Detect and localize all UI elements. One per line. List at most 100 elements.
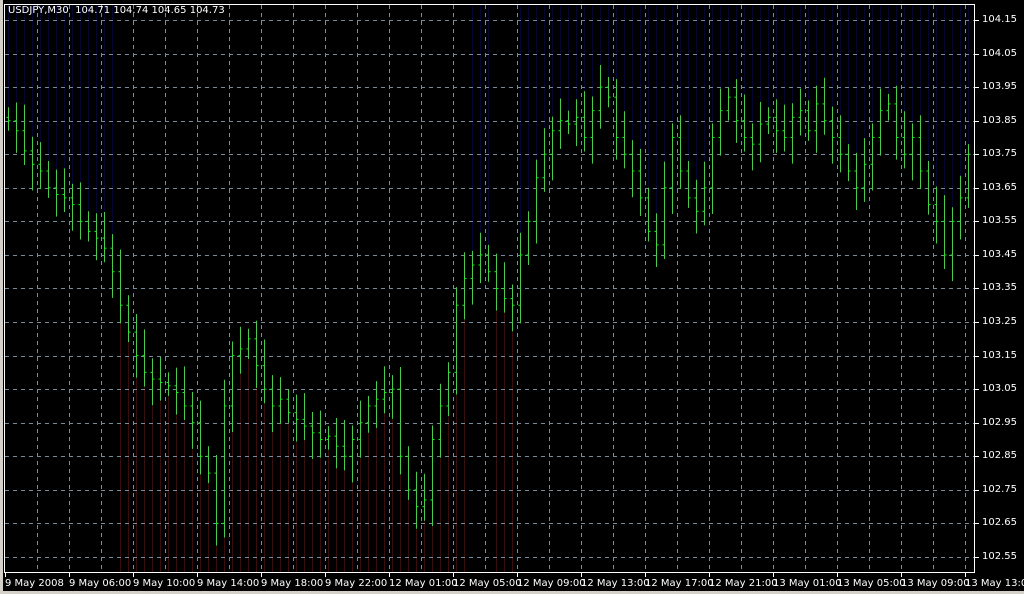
time-label: 12 May 17:00 xyxy=(645,578,714,589)
ohlc-bar xyxy=(78,182,83,240)
time-label: 12 May 05:00 xyxy=(453,578,522,589)
ohlc-bar xyxy=(942,195,947,270)
ohlc-bar xyxy=(294,394,299,442)
ohlc-bar xyxy=(766,107,771,135)
ohlc-bar xyxy=(886,93,891,121)
ohlc-bar xyxy=(38,142,43,190)
ohlc-bar xyxy=(742,94,747,152)
price-label: 103.55 xyxy=(982,215,1017,226)
ohlc-bar xyxy=(806,100,811,141)
ohlc-bar xyxy=(366,395,371,433)
ohlc-bar xyxy=(598,64,603,129)
ohlc-bar xyxy=(774,99,779,153)
time-label: 9 May 10:00 xyxy=(133,578,196,589)
ohlc-bar xyxy=(126,295,131,343)
close-value: 104.73 xyxy=(189,5,225,16)
ohlc-bar xyxy=(246,328,251,359)
ohlc-bar xyxy=(182,366,187,421)
ohlc-bar xyxy=(350,425,355,483)
ohlc-bar xyxy=(198,400,203,475)
price-label: 103.25 xyxy=(982,316,1017,327)
ohlc-bar xyxy=(662,161,667,259)
ohlc-bar xyxy=(454,287,459,395)
ohlc-bar xyxy=(438,383,443,458)
price-label: 103.95 xyxy=(982,81,1017,92)
ohlc-bar xyxy=(214,454,219,546)
ohlc-bar xyxy=(318,410,323,458)
ohlc-bar xyxy=(70,183,75,231)
ohlc-bar xyxy=(838,115,843,173)
ohlc-bar xyxy=(374,381,379,429)
ohlc-bar xyxy=(6,107,11,131)
symbol-label: USDJPY,M30 xyxy=(8,5,69,16)
ohlc-bar xyxy=(118,249,123,324)
time-label: 13 May 01:00 xyxy=(773,578,842,589)
ohlc-bar xyxy=(950,207,955,282)
ohlc-bar xyxy=(262,339,267,404)
ohlc-bar xyxy=(814,85,819,153)
low-value: 104.65 xyxy=(151,5,187,16)
ohlc-bar xyxy=(470,250,475,305)
price-label: 103.15 xyxy=(982,350,1017,361)
ohlc-bar xyxy=(910,123,915,181)
ohlc-bar xyxy=(638,148,643,216)
ohlc-bar xyxy=(342,420,347,471)
ohlc-bar xyxy=(94,213,99,261)
time-label: 12 May 09:00 xyxy=(517,578,586,589)
ohlc-bar xyxy=(190,391,195,449)
price-label: 103.65 xyxy=(982,182,1017,193)
ohlc-bar xyxy=(686,160,691,208)
ohlc-bar xyxy=(278,377,283,425)
ohlc-bar xyxy=(758,101,763,163)
ohlc-bar xyxy=(558,98,563,149)
ohlc-bar xyxy=(166,372,171,396)
ohlc-bar xyxy=(798,88,803,136)
price-label: 104.05 xyxy=(982,48,1017,59)
ohlc-bar xyxy=(174,367,179,415)
ohlc-bar xyxy=(918,115,923,190)
ohlc-bar xyxy=(422,473,427,521)
ohlc-bar xyxy=(30,136,35,191)
price-label: 103.35 xyxy=(982,282,1017,293)
ohlc-bar xyxy=(902,111,907,169)
ohlc-bar xyxy=(702,161,707,226)
ohlc-bar xyxy=(478,232,483,284)
ohlc-bar xyxy=(86,211,91,242)
ohlc-bar xyxy=(102,211,107,263)
ohlc-bar xyxy=(622,111,627,169)
time-label: 12 May 01:00 xyxy=(389,578,458,589)
price-label: 104.15 xyxy=(982,14,1017,25)
ohlc-bar xyxy=(822,77,827,135)
ohlc-bar xyxy=(966,144,971,208)
ohlc-bar xyxy=(22,104,27,165)
ohlc-bar xyxy=(782,104,787,152)
ohlc-bar xyxy=(430,425,435,527)
ohlc-bar xyxy=(854,152,859,210)
price-label: 103.85 xyxy=(982,115,1017,126)
ohlc-bar xyxy=(958,175,963,240)
time-label: 13 May 13:00 xyxy=(965,578,1024,589)
ohlc-bar xyxy=(358,400,363,458)
ohlc-bar xyxy=(518,232,523,324)
ohlc-bar xyxy=(534,159,539,244)
time-label: 9 May 18:00 xyxy=(261,578,324,589)
ohlc-bar xyxy=(878,88,883,156)
time-label: 13 May 09:00 xyxy=(901,578,970,589)
ohlc-bar xyxy=(726,87,731,121)
ohlc-bar xyxy=(862,138,867,202)
ohlc-bar xyxy=(542,128,547,192)
price-chart[interactable] xyxy=(0,0,1024,594)
time-label: 9 May 06:00 xyxy=(69,578,132,589)
open-value: 104.71 xyxy=(75,5,111,16)
time-label: 12 May 21:00 xyxy=(709,578,778,589)
ohlc-bar xyxy=(150,358,155,406)
ohlc-bar xyxy=(926,160,931,215)
ohlc-bar xyxy=(614,79,619,160)
ohlc-bar xyxy=(286,389,291,423)
high-value: 104.74 xyxy=(113,5,149,16)
ohlc-bar xyxy=(574,99,579,147)
ohlc-bar xyxy=(934,186,939,244)
ohlc-bar xyxy=(590,96,595,164)
ohlc-bar xyxy=(646,187,651,242)
chart-window[interactable]: USDJPY,M30 104.71 104.74 104.65 104.73 1… xyxy=(0,0,1024,594)
